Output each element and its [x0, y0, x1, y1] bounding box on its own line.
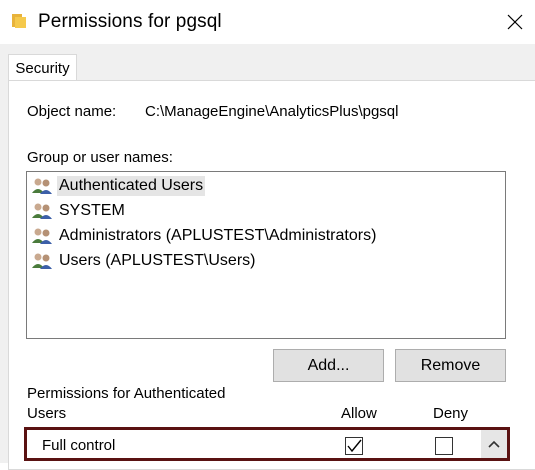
list-item-label: SYSTEM [59, 202, 125, 219]
add-button[interactable]: Add... [273, 349, 384, 382]
scroll-up-button[interactable] [481, 430, 507, 458]
list-item[interactable]: Authenticated Users [31, 175, 501, 197]
permission-name: Full control [42, 437, 116, 454]
permission-row-full-control: Full control [24, 427, 510, 461]
permissions-header-line1: Permissions for Authenticated [27, 385, 226, 402]
title-bar: Permissions for pgsql [0, 0, 535, 44]
chevron-up-icon [488, 440, 500, 448]
list-item[interactable]: Users (APLUSTEST\Users) [31, 250, 501, 272]
tab-security[interactable]: Security [8, 54, 77, 81]
allow-column-header: Allow [341, 405, 377, 422]
allow-checkbox[interactable] [345, 437, 363, 455]
group-user-list[interactable]: Authenticated Users SYSTEM Administrator… [26, 171, 506, 339]
deny-column-header: Deny [433, 405, 469, 422]
list-item-label: Administrators (APLUSTEST\Administrators… [59, 227, 377, 244]
close-button[interactable] [495, 0, 535, 44]
window-title: Permissions for pgsql [38, 11, 222, 32]
close-icon [507, 14, 523, 30]
list-item[interactable]: Administrators (APLUSTEST\Administrators… [31, 225, 501, 247]
users-icon [32, 203, 52, 219]
object-name-value: C:\ManageEngine\AnalyticsPlus\pgsql [145, 103, 399, 120]
list-item-label: Authenticated Users [57, 176, 206, 196]
permissions-header-line2: Users [27, 405, 67, 422]
list-item[interactable]: SYSTEM [31, 200, 501, 222]
deny-checkbox[interactable] [435, 437, 453, 455]
group-list-label: Group or user names: [27, 149, 173, 166]
users-icon [32, 228, 52, 244]
folder-icon [12, 14, 26, 28]
checkmark-icon [347, 439, 362, 453]
users-icon [32, 253, 52, 269]
list-item-label: Users (APLUSTEST\Users) [59, 252, 256, 269]
remove-button[interactable]: Remove [395, 349, 506, 382]
users-icon [32, 178, 52, 194]
object-name-label: Object name: [27, 103, 117, 120]
